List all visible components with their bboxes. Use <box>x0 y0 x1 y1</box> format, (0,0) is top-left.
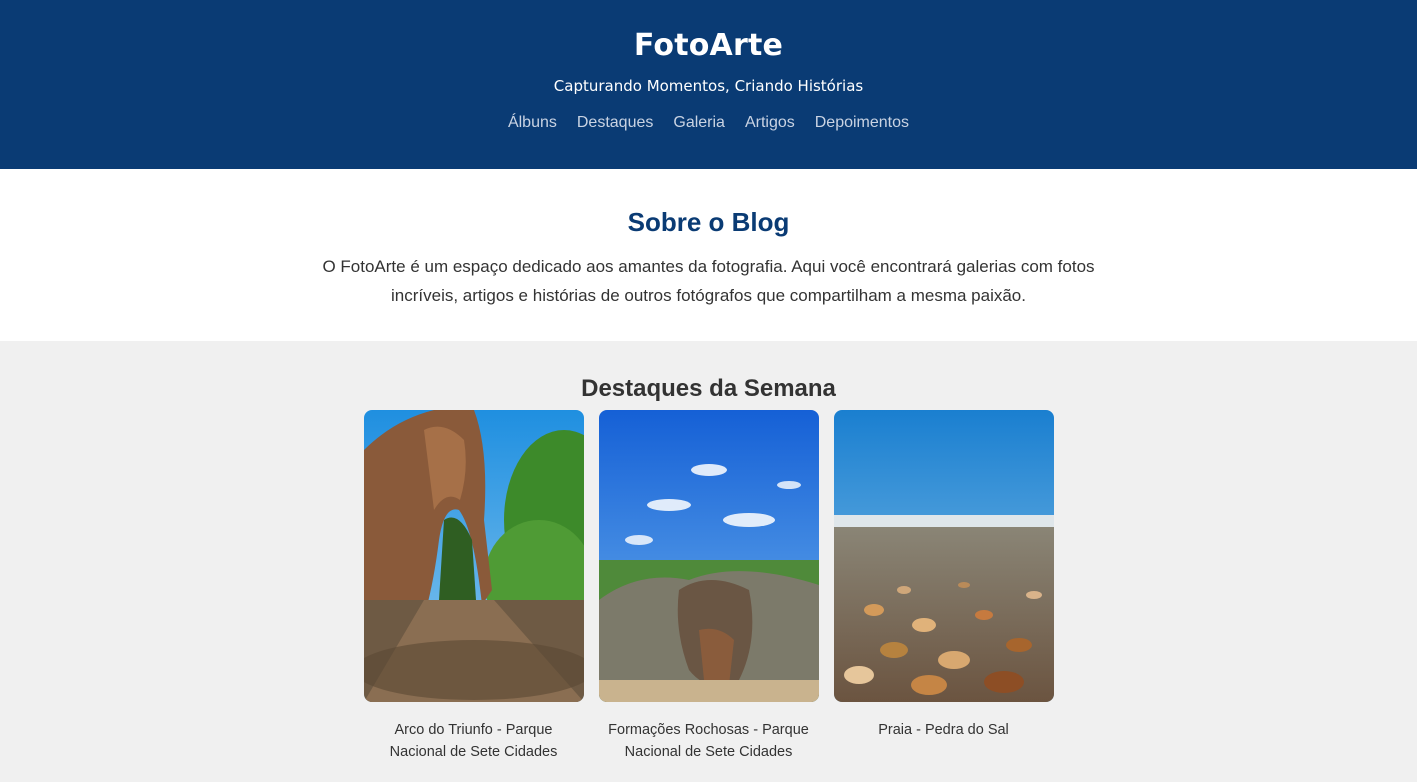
about-section: Sobre o Blog O FotoArte é um espaço dedi… <box>0 169 1417 341</box>
nav-link-depoimentos[interactable]: Depoimentos <box>815 113 909 133</box>
photo-caption: Praia - Pedra do Sal <box>878 722 1009 738</box>
site-tagline: Capturando Momentos, Criando Histórias <box>553 77 864 95</box>
photo-caption: Arco do Triunfo - Parque Nacional de Set… <box>389 722 558 760</box>
nav-link-artigos[interactable]: Artigos <box>745 113 795 133</box>
nav-link-destaques[interactable]: Destaques <box>577 113 654 133</box>
rock-arch-image <box>363 410 584 702</box>
photo-card[interactable]: Praia - Pedra do Sal <box>833 410 1054 763</box>
site-header: FotoArte Capturando Momentos, Criando Hi… <box>0 0 1417 169</box>
photo-card[interactable]: Arco do Triunfo - Parque Nacional de Set… <box>363 410 584 763</box>
site-logo[interactable]: FotoArte <box>0 0 1417 64</box>
photo-rock-arch[interactable] <box>363 410 584 702</box>
rock-formations-image <box>598 410 819 702</box>
photo-card[interactable]: Formações Rochosas - Parque Nacional de … <box>598 410 819 763</box>
main-nav: Álbuns Destaques Galeria Artigos Depoime… <box>0 113 1417 133</box>
about-text: O FotoArte é um espaço dedicado aos aman… <box>322 257 1095 305</box>
nav-link-albuns[interactable]: Álbuns <box>508 113 557 133</box>
nav-link-galeria[interactable]: Galeria <box>673 113 725 133</box>
photo-caption: Formações Rochosas - Parque Nacional de … <box>608 722 809 760</box>
featured-cards: Arco do Triunfo - Parque Nacional de Set… <box>0 410 1417 763</box>
featured-section: Destaques da Semana Arco do Triunfo - Pa… <box>0 341 1417 763</box>
featured-title: Destaques da Semana <box>581 375 836 402</box>
photo-rock-formations[interactable] <box>598 410 819 702</box>
about-title: Sobre o Blog <box>627 207 790 237</box>
beach-pebbles-image <box>833 410 1054 702</box>
photo-beach-pebbles[interactable] <box>833 410 1054 702</box>
